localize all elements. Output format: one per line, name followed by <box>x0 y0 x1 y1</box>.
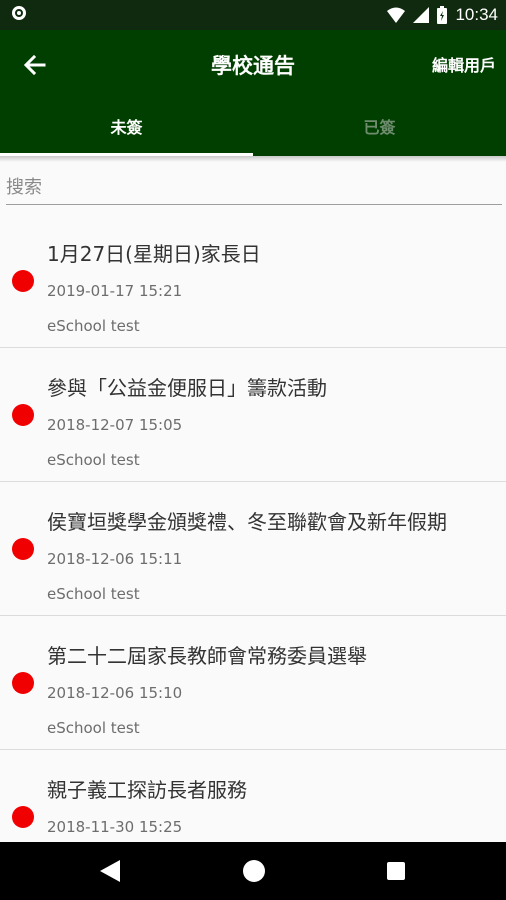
clock: 10:34 <box>455 5 498 24</box>
search-box <box>6 170 502 206</box>
wifi-icon <box>387 7 406 23</box>
system-nav-bar <box>0 842 506 900</box>
notice-date: 2018-12-07 15:05 <box>47 416 183 434</box>
status-icons: 10:34 <box>387 0 498 30</box>
notice-date: 2018-12-06 15:11 <box>47 550 183 568</box>
notice-date: 2018-12-06 15:10 <box>47 684 183 702</box>
notice-title: 親子義工探訪長者服務 <box>47 778 247 802</box>
unread-dot-icon <box>12 538 34 560</box>
search-input[interactable] <box>6 170 502 205</box>
notice-item[interactable]: 參與「公益金便服日」籌款活動 2018-12-07 15:05 eSchool … <box>0 348 506 482</box>
notice-item[interactable]: 第二十二屆家長教師會常務委員選舉 2018-12-06 15:10 eSchoo… <box>0 616 506 750</box>
unread-dot-icon <box>12 672 34 694</box>
tab-bar: 未簽 已簽 <box>0 100 506 156</box>
notice-author: eSchool test <box>47 317 140 335</box>
notice-title: 侯寶垣獎學金頒獎禮、冬至聯歡會及新年假期 <box>47 510 447 534</box>
page-title: 學校通告 <box>211 54 295 78</box>
notice-title: 參與「公益金便服日」籌款活動 <box>47 376 327 400</box>
unread-dot-icon <box>12 806 34 828</box>
app-bar: 學校通告 編輯用戶 <box>0 30 506 100</box>
tab-unsigned[interactable]: 未簽 <box>0 100 253 156</box>
nav-recents-icon[interactable] <box>387 862 405 880</box>
status-bar: 10:34 <box>0 0 506 30</box>
notice-author: eSchool test <box>47 451 140 469</box>
notice-author: eSchool test <box>47 585 140 603</box>
edit-user-button[interactable]: 編輯用戶 <box>432 52 496 76</box>
notice-item[interactable]: 1月27日(星期日)家長日 2019-01-17 15:21 eSchool t… <box>0 214 506 348</box>
nav-back-icon[interactable] <box>100 860 120 882</box>
notice-list: 1月27日(星期日)家長日 2019-01-17 15:21 eSchool t… <box>0 214 506 884</box>
notification-icon <box>12 6 26 20</box>
notice-title: 第二十二屆家長教師會常務委員選舉 <box>47 644 367 668</box>
notice-title: 1月27日(星期日)家長日 <box>47 242 261 266</box>
battery-icon <box>437 6 448 24</box>
tab-signed[interactable]: 已簽 <box>253 100 506 156</box>
tab-bar-shadow <box>0 156 506 162</box>
unread-dot-icon <box>12 404 34 426</box>
notice-date: 2019-01-17 15:21 <box>47 282 183 300</box>
nav-home-icon[interactable] <box>243 860 265 882</box>
signal-icon <box>413 7 430 23</box>
notice-author: eSchool test <box>47 719 140 737</box>
notice-date: 2018-11-30 15:25 <box>47 818 183 836</box>
unread-dot-icon <box>12 270 34 292</box>
notice-item[interactable]: 侯寶垣獎學金頒獎禮、冬至聯歡會及新年假期 2018-12-06 15:11 eS… <box>0 482 506 616</box>
